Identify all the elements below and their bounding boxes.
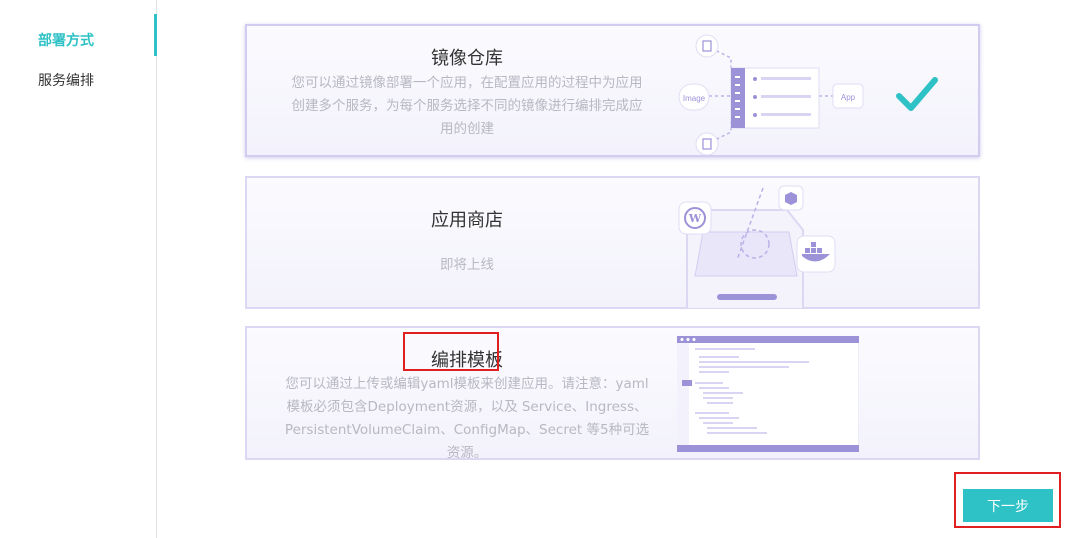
image-registry-illustration: Image App xyxy=(678,34,864,156)
desc-line: 创建多个服务，为每个服务选择不同的镜像进行编排完成应 xyxy=(291,98,643,114)
desc-line: 您可以通过镜像部署一个应用，在配置应用的过程中为应用 xyxy=(291,75,643,91)
card-title: 应用商店 xyxy=(431,210,503,231)
sidebar-item-deploy-method[interactable]: 部署方式 xyxy=(38,30,94,50)
desc-line: 您可以通过上传或编辑yaml模板来创建应用。请注意：yaml xyxy=(285,376,649,392)
app-label: App xyxy=(841,93,856,102)
file-icon xyxy=(695,132,719,156)
desc-line: 模板必须包含Deployment资源，以及 Service、Ingress、 xyxy=(286,399,648,415)
card-image-registry[interactable]: 镜像仓库 您可以通过镜像部署一个应用，在配置应用的过程中为应用 创建多个服务，为… xyxy=(245,24,980,157)
file-icon xyxy=(695,34,719,58)
desc-line: 用的创建 xyxy=(440,121,494,137)
svg-text:W: W xyxy=(688,212,702,225)
sidebar-item-service-orchestration[interactable]: 服务编排 xyxy=(38,70,94,90)
desc-line: PersistentVolumeClaim、ConfigMap、Secret 等… xyxy=(284,422,650,438)
card-description: 您可以通过镜像部署一个应用，在配置应用的过程中为应用 创建多个服务，为每个服务选… xyxy=(262,72,672,141)
sidebar: 部署方式 服务编排 xyxy=(0,0,157,538)
yaml-editor-illustration xyxy=(677,336,859,452)
checkmark-icon xyxy=(896,77,938,111)
highlight-box xyxy=(954,472,1061,528)
sidebar-active-indicator xyxy=(154,14,157,56)
card-title: 镜像仓库 xyxy=(431,48,503,69)
desc-line: 资源。 xyxy=(446,445,488,461)
highlight-box xyxy=(403,332,499,371)
card-description: 您可以通过上传或编辑yaml模板来创建应用。请注意：yaml 模板必须包含Dep… xyxy=(262,373,672,465)
card-app-store[interactable]: 应用商店 即将上线 W xyxy=(245,176,980,309)
card-description: 即将上线 xyxy=(247,254,687,277)
image-label: Image xyxy=(683,94,706,103)
desc-line: 即将上线 xyxy=(440,257,494,273)
app-store-illustration: W xyxy=(678,185,836,308)
card-orchestration-template[interactable]: 编排模板 您可以通过上传或编辑yaml模板来创建应用。请注意：yaml 模板必须… xyxy=(245,326,980,461)
